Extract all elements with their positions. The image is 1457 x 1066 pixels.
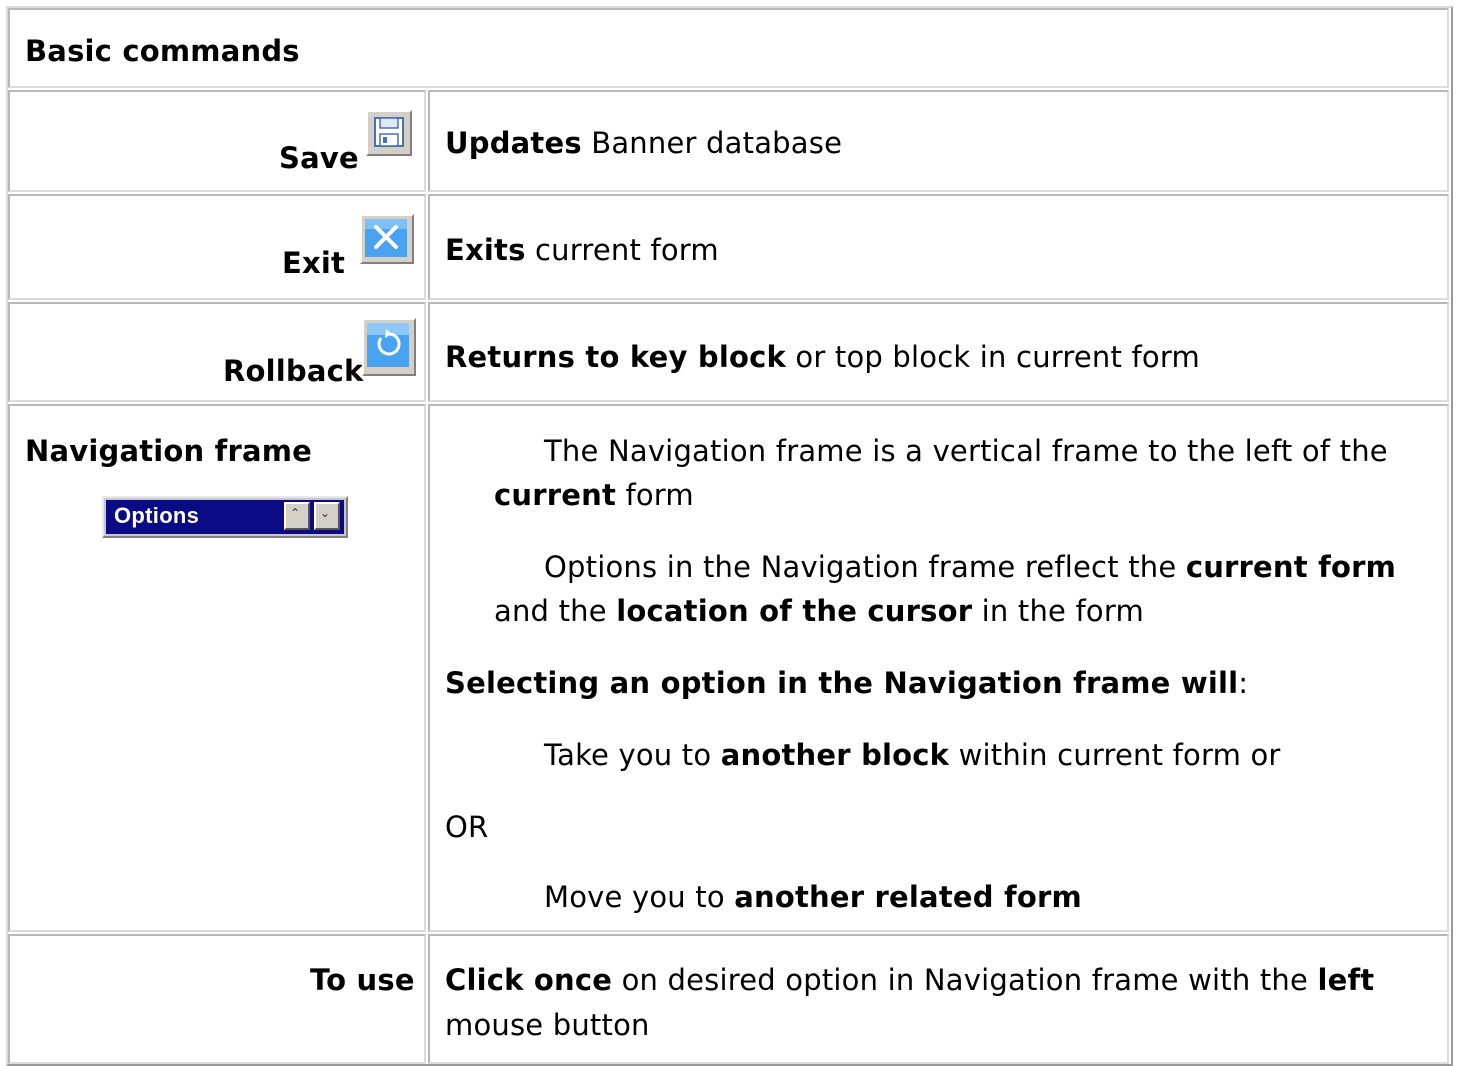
exit-desc-bold: Exits: [445, 233, 526, 267]
selecting-bold: Selecting an option in the Navigation fr…: [445, 666, 1239, 700]
save-desc-cell: Updates Banner database: [428, 90, 1449, 192]
commands-table: Basic commands Save Updates Banner datab…: [6, 6, 1453, 1066]
header-cell: Basic commands: [8, 8, 1449, 88]
opt1-rest: within current form or: [949, 738, 1281, 772]
opt1-bold: another block: [720, 738, 950, 772]
navigation-label-cell: Navigation frame Options ⌃ ⌄: [8, 404, 426, 932]
nav-para1-bold: current: [494, 478, 617, 512]
nav-para2-start: Options in the Navigation frame reflect …: [544, 550, 1186, 584]
opt2-bold: another related form: [734, 880, 1082, 914]
option-form-line: Move you to another related form: [544, 880, 1082, 914]
nav-para2-bold1: current form: [1185, 550, 1396, 584]
rollback-icon[interactable]: [362, 318, 416, 376]
save-label: Save: [279, 141, 359, 175]
to-use-desc-cell: Click once on desired option in Navigati…: [428, 934, 1449, 1064]
save-desc-rest: Banner database: [581, 126, 843, 160]
option-block-line: Take you to another block within current…: [544, 738, 1281, 772]
to-use-line2: mouse button: [445, 1008, 650, 1042]
exit-label-cell: Exit: [8, 194, 426, 300]
to-use-mid: on desired option in Navigation frame wi…: [612, 963, 1318, 997]
scroll-up-icon[interactable]: ⌃: [284, 502, 310, 530]
or-text: OR: [445, 810, 489, 844]
to-use-line1: Click once on desired option in Navigati…: [445, 963, 1374, 997]
exit-desc: Exits current form: [445, 233, 719, 267]
nav-para2-rest: in the form: [972, 594, 1144, 628]
nav-para2-line2: and the location of the cursor in the fo…: [494, 594, 1144, 628]
rollback-desc-rest: or top block in current form: [785, 340, 1200, 374]
exit-desc-cell: Exits current form: [428, 194, 1449, 300]
options-widget[interactable]: Options ⌃ ⌄: [102, 496, 348, 538]
nav-para1-line1: The Navigation frame is a vertical frame…: [544, 434, 1388, 468]
rollback-label: Rollback: [223, 354, 364, 388]
selecting-rest: :: [1238, 666, 1249, 700]
options-label: Options: [114, 503, 200, 528]
rollback-desc: Returns to key block or top block in cur…: [445, 340, 1200, 374]
save-desc-bold: Updates: [445, 126, 582, 160]
nav-para1-rest: form: [616, 478, 694, 512]
nav-para1-line2: current form: [494, 478, 694, 512]
nav-para2-line1: Options in the Navigation frame reflect …: [544, 550, 1396, 584]
opt2-pre: Move you to: [544, 880, 735, 914]
nav-para2-bold2: location of the cursor: [616, 594, 973, 628]
save-desc: Updates Banner database: [445, 126, 842, 160]
exit-desc-rest: current form: [525, 233, 719, 267]
table-title: Basic commands: [25, 34, 300, 68]
rollback-desc-cell: Returns to key block or top block in cur…: [428, 302, 1449, 402]
save-icon[interactable]: [366, 110, 412, 156]
selecting-heading: Selecting an option in the Navigation fr…: [445, 666, 1248, 700]
navigation-label: Navigation frame: [25, 434, 313, 468]
to-use-bold1: Click once: [445, 963, 613, 997]
exit-icon[interactable]: [360, 214, 414, 264]
to-use-bold2: left: [1317, 963, 1375, 997]
rollback-label-cell: Rollback: [8, 302, 426, 402]
to-use-label: To use: [310, 963, 415, 997]
scroll-down-icon[interactable]: ⌄: [314, 502, 340, 530]
to-use-label-cell: To use: [8, 934, 426, 1064]
navigation-desc-cell: The Navigation frame is a vertical frame…: [428, 404, 1449, 932]
nav-para2-pre: and the: [494, 594, 617, 628]
rollback-desc-bold: Returns to key block: [445, 340, 786, 374]
exit-label: Exit: [282, 246, 346, 280]
save-label-cell: Save: [8, 90, 426, 192]
opt1-pre: Take you to: [544, 738, 721, 772]
